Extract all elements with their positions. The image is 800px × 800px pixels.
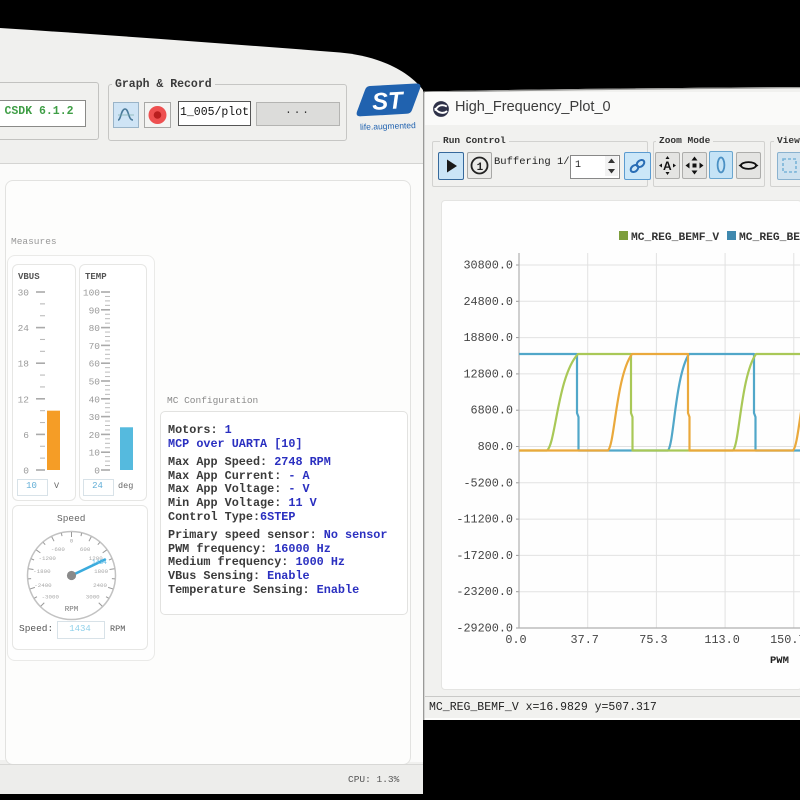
svg-text:113.0: 113.0 [704, 633, 739, 647]
svg-text:800.0: 800.0 [478, 440, 513, 454]
svg-text:12800.0: 12800.0 [463, 367, 513, 381]
svg-text:10: 10 [89, 448, 101, 459]
svg-text:-5200.0: -5200.0 [463, 476, 513, 490]
svg-text:-600: -600 [51, 546, 65, 553]
svg-text:70: 70 [89, 341, 101, 352]
svg-text:-2400: -2400 [34, 582, 52, 589]
svg-text:0: 0 [23, 466, 29, 477]
svg-text:MC_REG_BEMF: MC_REG_BEMF [739, 232, 800, 244]
svg-text:100: 100 [83, 288, 100, 299]
svg-text:18: 18 [18, 359, 30, 370]
svg-text:600: 600 [80, 546, 91, 553]
svg-text:30: 30 [18, 288, 30, 299]
svg-text:30800.0: 30800.0 [463, 259, 513, 273]
svg-text:3000: 3000 [86, 594, 100, 601]
svg-text:90: 90 [89, 305, 101, 316]
svg-text:PWM: PWM [770, 655, 789, 667]
svg-text:2400: 2400 [93, 582, 107, 589]
svg-text:1434: 1434 [92, 559, 107, 566]
svg-text:75.3: 75.3 [639, 633, 667, 647]
svg-text:-17200.0: -17200.0 [456, 549, 513, 563]
svg-text:6800.0: 6800.0 [471, 404, 513, 418]
svg-text:A: A [663, 159, 672, 173]
svg-text:ST: ST [371, 87, 405, 116]
svg-text:40: 40 [89, 394, 101, 405]
svg-text:MC_REG_BEMF_V: MC_REG_BEMF_V [631, 232, 719, 244]
svg-text:-1200: -1200 [39, 555, 57, 562]
svg-text:24: 24 [18, 323, 30, 334]
svg-text:30: 30 [89, 412, 101, 423]
svg-text:18800.0: 18800.0 [463, 331, 513, 345]
svg-text:0.0: 0.0 [505, 633, 526, 647]
svg-text:0: 0 [94, 466, 100, 477]
svg-text:60: 60 [89, 359, 101, 370]
svg-text:150.7: 150.7 [770, 633, 800, 647]
svg-text:-3000: -3000 [42, 594, 60, 601]
svg-text:6: 6 [23, 430, 29, 441]
svg-text:life.augmented: life.augmented [360, 120, 416, 132]
svg-text:50: 50 [89, 377, 101, 388]
svg-text:12: 12 [18, 394, 30, 405]
svg-text:-1800: -1800 [33, 568, 51, 575]
svg-text:24800.0: 24800.0 [463, 295, 513, 309]
svg-text:RPM: RPM [65, 606, 79, 614]
svg-text:1: 1 [477, 162, 484, 174]
svg-text:0: 0 [70, 538, 74, 545]
svg-text:80: 80 [89, 323, 101, 334]
svg-text:1800: 1800 [94, 568, 108, 575]
svg-text:37.7: 37.7 [571, 633, 599, 647]
svg-text:20: 20 [89, 430, 101, 441]
svg-text:-23200.0: -23200.0 [456, 585, 513, 599]
svg-text:-11200.0: -11200.0 [456, 513, 513, 527]
